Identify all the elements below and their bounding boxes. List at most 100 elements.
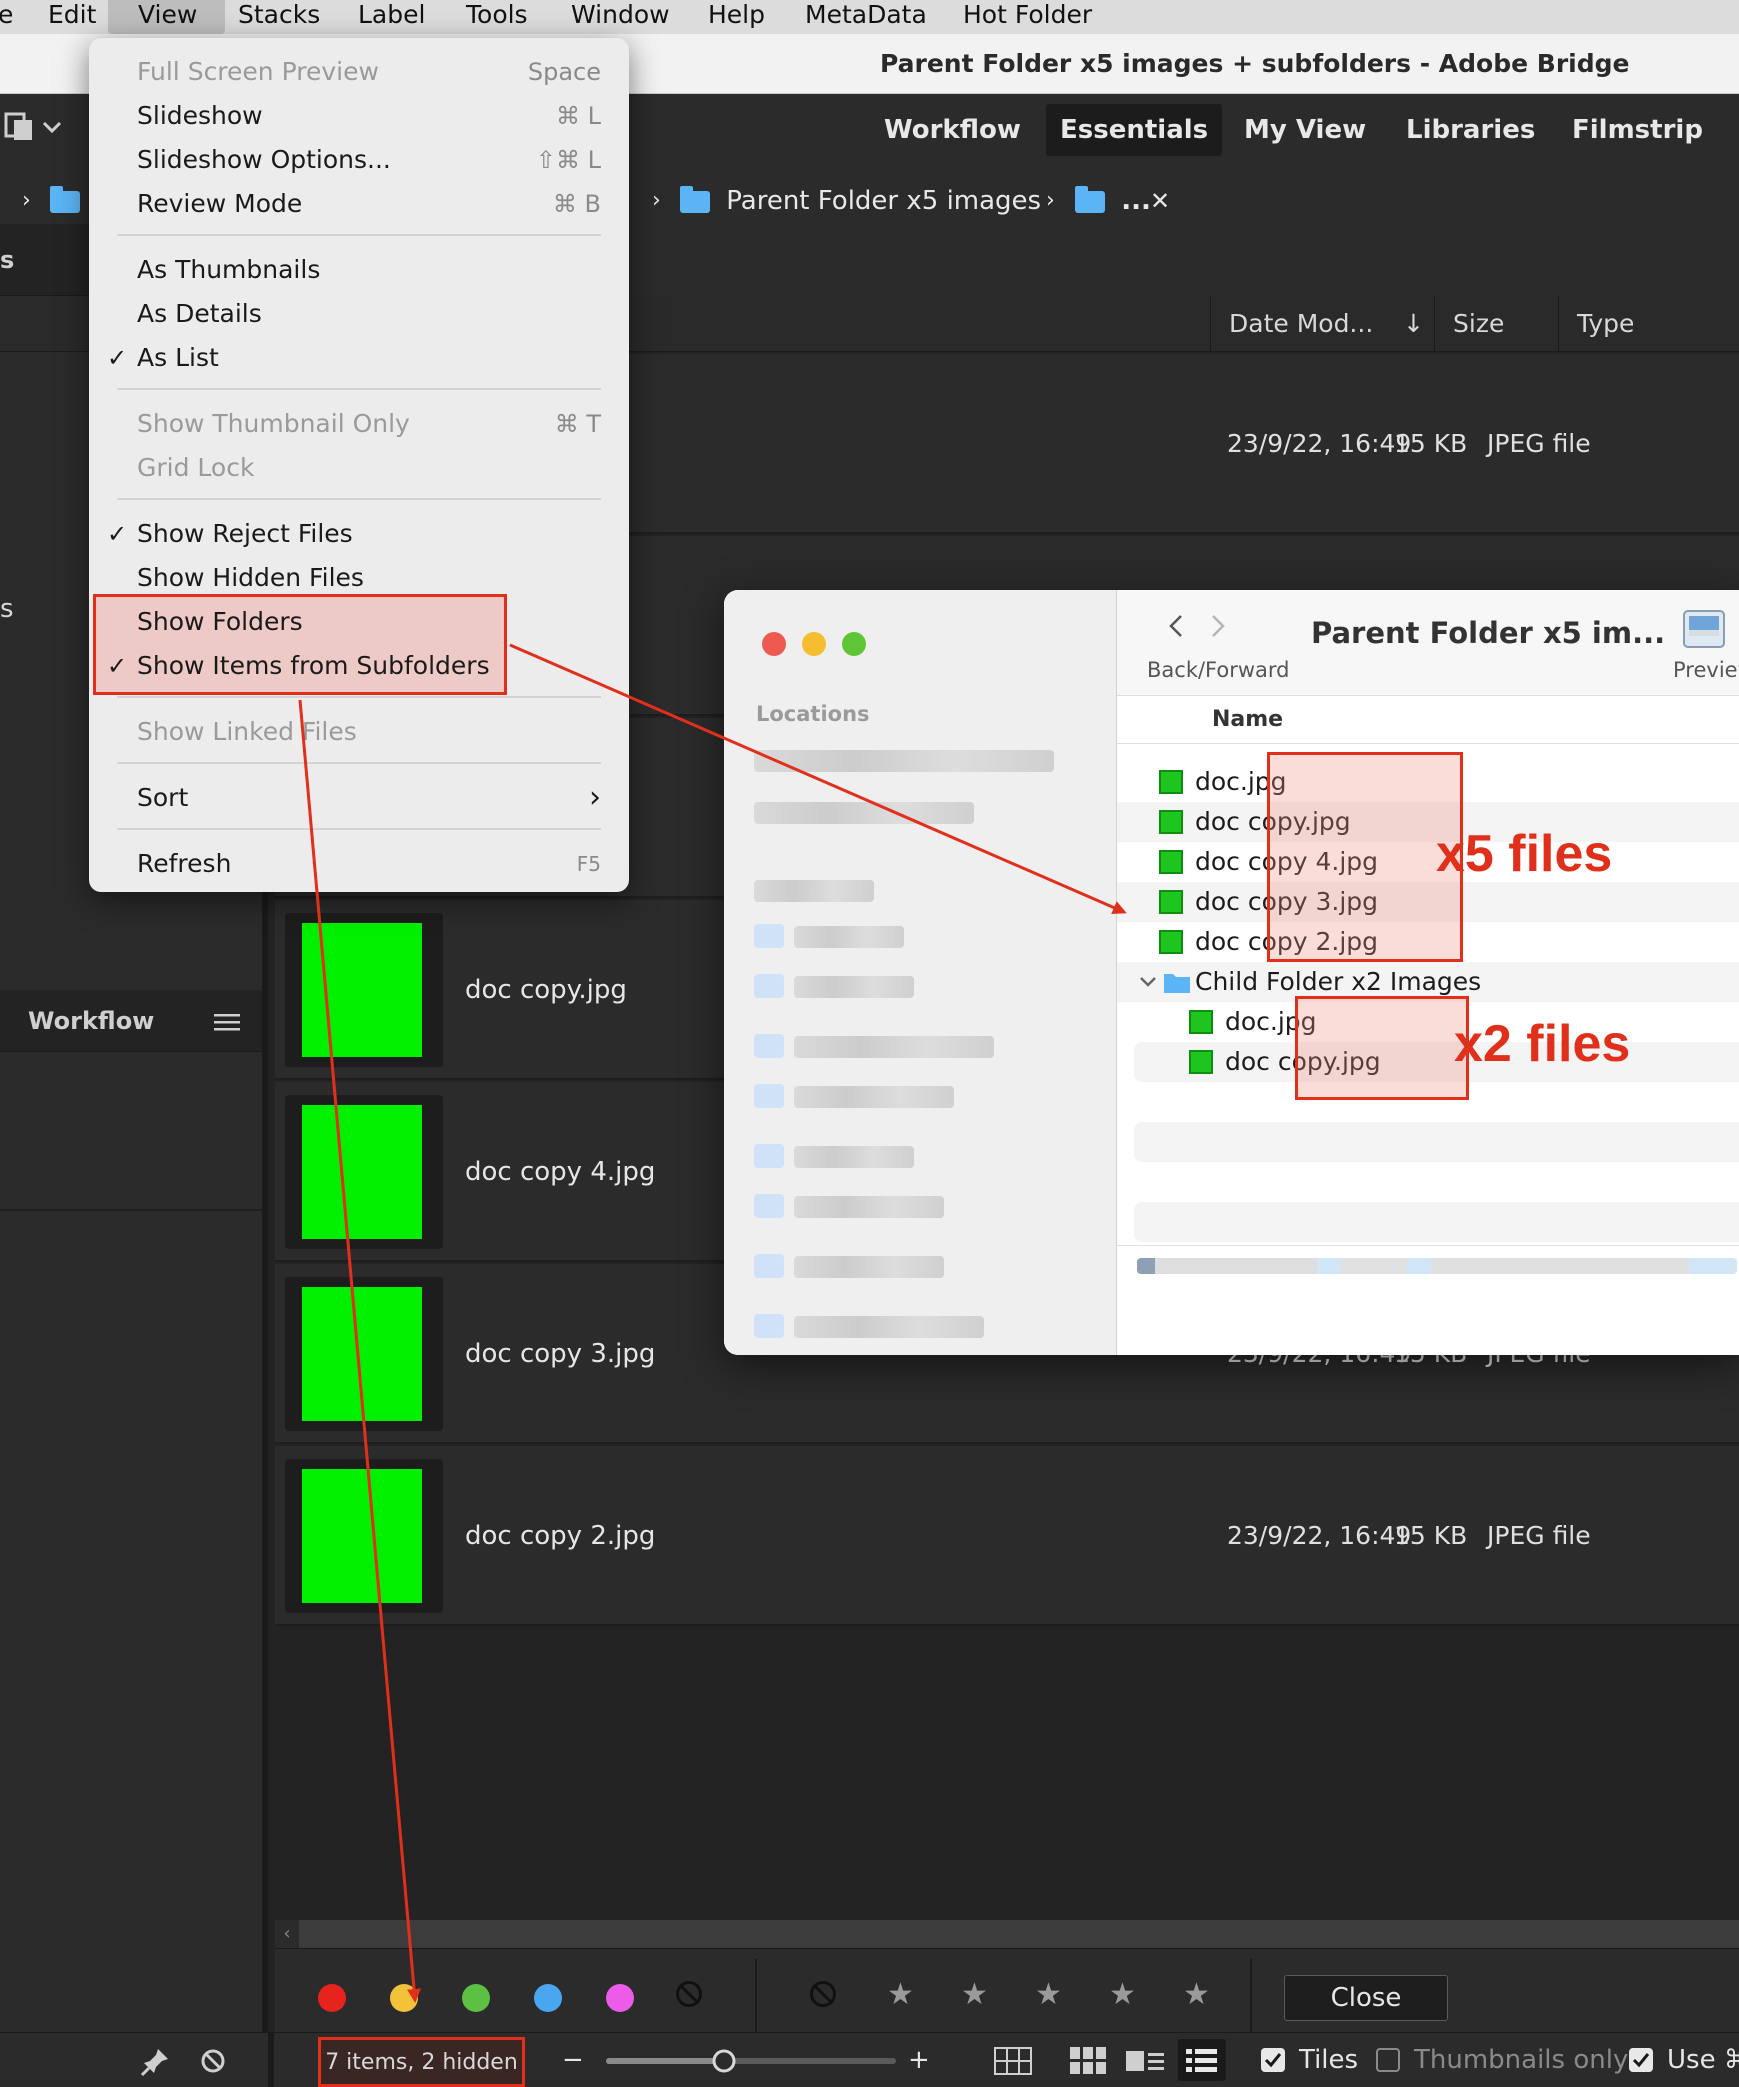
finder-empty-row [1134,1122,1739,1162]
menu-as-list[interactable]: ✓ As List [89,336,629,380]
back-icon[interactable] [1167,612,1187,644]
grid-view-icon[interactable] [994,2047,1032,2079]
menu-grid-lock[interactable]: Grid Lock [89,446,629,490]
thumbnails-view-icon[interactable] [1070,2047,1106,2079]
no-label-icon[interactable] [676,1981,702,2007]
no-rating-icon[interactable] [810,1981,836,2007]
workspace-tab-my-view[interactable]: My View [1230,104,1380,156]
menu-review-mode[interactable]: Review Mode ⌘ B [89,182,629,226]
details-view-icon[interactable] [1126,2047,1164,2079]
star-icon[interactable]: ★ [1183,1977,1210,2012]
menu-show-reject-files[interactable]: ✓ Show Reject Files [89,512,629,556]
menu-slideshow-options[interactable]: Slideshow Options... ⇧⌘ L [89,138,629,182]
folder-icon [50,185,80,213]
view-menu-dropdown: Full Screen Preview Space Slideshow ⌘ L … [89,38,629,892]
star-icon[interactable]: ★ [1035,1977,1062,2012]
use-label: Use ⌘ [1667,2045,1739,2075]
label-green-dot[interactable] [462,1984,490,2012]
zoom-window-button[interactable] [842,632,866,656]
label-yellow-dot[interactable] [390,1984,418,2012]
menu-item-file[interactable]: e [0,0,21,34]
forward-icon[interactable] [1207,612,1227,644]
menu-item-label[interactable]: Label [350,0,433,34]
star-icon[interactable]: ★ [961,1977,988,2012]
menu-full-screen-preview[interactable]: Full Screen Preview Space [89,50,629,94]
path-parent-folder[interactable]: Parent Folder x5 images [680,178,1041,224]
close-button[interactable]: Close [1284,1975,1448,2021]
thumbnails-only-checkbox[interactable] [1376,2048,1400,2072]
menu-item-tools[interactable]: Tools [458,0,536,34]
column-type[interactable]: Type [1558,296,1739,352]
tiles-checkbox[interactable] [1261,2048,1285,2072]
redacted-item [794,976,914,998]
close-path-icon[interactable]: ✕ [1150,178,1170,224]
use-checkbox[interactable] [1629,2048,1653,2072]
menu-show-thumbnail-only[interactable]: Show Thumbnail Only ⌘ T [89,402,629,446]
column-date-label: Date Mod... [1229,309,1374,338]
menu-item-stacks[interactable]: Stacks [230,0,328,34]
scroll-left-icon[interactable]: ‹ [275,1920,299,1948]
finder-window: Locations Back/Forward Parent Folder x5 … [724,590,1739,1355]
pin-icon[interactable] [140,2047,170,2081]
file-row[interactable]: doc copy 2.jpg 23/9/22, 16:49 15 KB JPEG… [275,1446,1739,1626]
path-child-folder[interactable]: ... [1075,178,1151,224]
menu-show-items-from-subfolders[interactable]: ✓ Show Items from Subfolders [89,644,629,688]
workspace-tab-libraries[interactable]: Libraries [1392,104,1549,156]
menu-show-folders[interactable]: Show Folders [89,600,629,644]
workspace-tab-essentials[interactable]: Essentials [1046,104,1223,156]
menu-as-thumbnails[interactable]: As Thumbnails [89,248,629,292]
label-purple-dot[interactable] [606,1984,634,2012]
menu-show-linked-files[interactable]: Show Linked Files [89,710,629,754]
panel-menu-icon[interactable] [214,1012,240,1036]
menu-slideshow[interactable]: Slideshow ⌘ L [89,94,629,138]
menu-label: Sort [137,783,189,812]
finder-title: Parent Folder x5 im... [1311,616,1666,650]
name-column-header[interactable]: Name [1212,696,1283,744]
close-window-button[interactable] [762,632,786,656]
menu-separator [117,234,601,236]
zoom-out-button[interactable]: − [562,2033,584,2087]
minimize-window-button[interactable] [802,632,826,656]
panel-tab-label[interactable]: s [0,224,14,296]
block-icon[interactable] [200,2048,226,2078]
menu-item-metadata[interactable]: MetaData [797,0,935,34]
annotation-x5-files: x5 files [1436,825,1613,883]
thumbnail-size-slider[interactable] [606,2048,896,2074]
chevron-down-icon[interactable] [42,120,62,139]
file-size: 15 KB [1394,429,1468,458]
label-blue-dot[interactable] [534,1984,562,2012]
preview-app-icon[interactable] [1681,608,1727,658]
star-icon[interactable]: ★ [1109,1977,1136,2012]
file-size: 15 KB [1394,1521,1468,1550]
stacks-icon[interactable] [4,112,36,142]
menu-refresh[interactable]: Refresh F5 [89,842,629,886]
disclosure-chevron-icon[interactable] [1139,974,1157,993]
star-icon[interactable]: ★ [887,1977,914,2012]
thumbnail-image [302,923,422,1057]
menu-item-help[interactable]: Help [700,0,773,34]
menu-item-edit[interactable]: Edit [40,0,104,34]
column-size[interactable]: Size [1434,296,1558,352]
workflow-panel-tab[interactable]: Workflow [28,990,154,1052]
folder-icon [1075,185,1105,213]
list-view-icon[interactable] [1178,2039,1226,2081]
menu-item-hot-folder[interactable]: Hot Folder [955,0,1100,34]
chevron-right-icon: › [22,188,31,213]
path-root-folder[interactable] [50,178,80,224]
zoom-in-button[interactable]: + [908,2033,930,2087]
workspace-tab-workflow[interactable]: Workflow [870,104,1035,156]
menu-item-window[interactable]: Window [563,0,678,34]
menu-label: Show Items from Subfolders [137,651,490,680]
menu-as-details[interactable]: As Details [89,292,629,336]
menu-sort[interactable]: Sort › [89,776,629,820]
annotation-box-x2 [1295,996,1469,1100]
menu-show-hidden-files[interactable]: Show Hidden Files [89,556,629,600]
redacted-item [794,1146,914,1168]
column-date-modified[interactable]: Date Mod... ↓ [1210,296,1434,352]
redacted-icon [754,1084,784,1108]
file-type: JPEG file [1487,429,1591,458]
menu-item-view[interactable]: View [108,0,226,34]
label-red-dot[interactable] [318,1984,346,2012]
horizontal-scrollbar[interactable]: ‹ [275,1920,1739,1948]
workspace-tab-filmstrip[interactable]: Filmstrip [1558,104,1717,156]
